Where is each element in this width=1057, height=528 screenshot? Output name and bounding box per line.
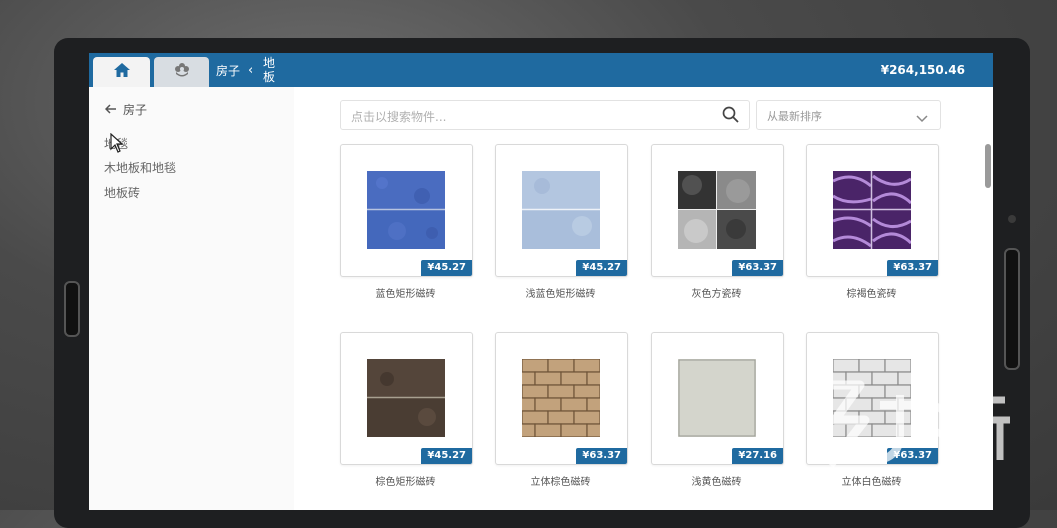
breadcrumb-current: 地板 (263, 56, 276, 84)
product-card[interactable]: ¥45.27 (495, 144, 628, 277)
breadcrumb-separator: ‹ (248, 62, 254, 78)
top-bar: 房子 ‹ 地板 ¥264,150.46 (89, 53, 993, 87)
home-icon (113, 62, 131, 82)
tab-store[interactable] (154, 57, 209, 87)
product-thumbnail (367, 359, 445, 437)
price-badge: ¥45.27 (421, 448, 472, 464)
product-thumbnail (367, 171, 445, 249)
product-card[interactable]: ¥63.37 (495, 332, 628, 465)
scrollbar-thumb[interactable] (985, 144, 991, 188)
tablet-side-button-right (1004, 248, 1020, 370)
search-placeholder: 点击以搜索物件... (351, 110, 447, 124)
tab-home[interactable] (93, 57, 150, 87)
product-card[interactable]: ¥45.27 (340, 332, 473, 465)
sort-value: 从最新排序 (767, 110, 822, 123)
product-name: 立体棕色磁砖 (530, 477, 591, 488)
price-badge: ¥45.27 (421, 260, 472, 276)
product-thumbnail (678, 171, 756, 249)
price-badge: ¥45.27 (576, 260, 627, 276)
product-thumbnail (833, 171, 911, 249)
price-badge: ¥63.37 (887, 260, 938, 276)
tablet-side-button (64, 281, 80, 337)
watermark-logo (805, 375, 1015, 474)
tablet-camera (1008, 215, 1016, 223)
product-name: 棕褐色瓷砖 (846, 289, 897, 300)
product-name: 浅黄色磁砖 (691, 477, 742, 488)
price-badge: ¥63.37 (576, 448, 627, 464)
product-name: 灰色方瓷砖 (691, 289, 742, 300)
sort-dropdown[interactable]: 从最新排序 (756, 100, 941, 130)
breadcrumb-parent[interactable]: 房子 (216, 53, 240, 87)
product-card[interactable]: ¥63.37 (806, 144, 939, 277)
product-thumbnail (522, 359, 600, 437)
category-item-floor-tile[interactable]: 地板砖 (104, 184, 140, 201)
product-card[interactable]: ¥27.16 (651, 332, 784, 465)
mouse-cursor-icon (110, 132, 124, 157)
product-thumbnail (522, 171, 600, 249)
product-card[interactable]: ¥45.27 (340, 144, 473, 277)
search-icon[interactable] (722, 106, 739, 127)
flower-icon (173, 61, 191, 83)
price-badge: ¥27.16 (732, 448, 783, 464)
product-name: 立体白色磁砖 (841, 477, 902, 488)
product-name: 棕色矩形磁砖 (375, 477, 436, 488)
product-name: 浅蓝色矩形磁砖 (525, 289, 596, 300)
price-badge: ¥63.37 (732, 260, 783, 276)
product-thumbnail (678, 359, 756, 437)
arrow-left-icon (104, 103, 117, 117)
category-item-wood-carpet[interactable]: 木地板和地毯 (104, 159, 176, 176)
product-card[interactable]: ¥63.37 (651, 144, 784, 277)
product-name: 蓝色矩形磁砖 (375, 289, 436, 300)
back-label: 房子 (123, 103, 148, 117)
search-input[interactable]: 点击以搜索物件... (340, 100, 750, 130)
chevron-down-icon (916, 108, 928, 127)
balance-display: ¥264,150.46 (880, 63, 965, 77)
back-button[interactable]: 房子 (104, 101, 148, 118)
